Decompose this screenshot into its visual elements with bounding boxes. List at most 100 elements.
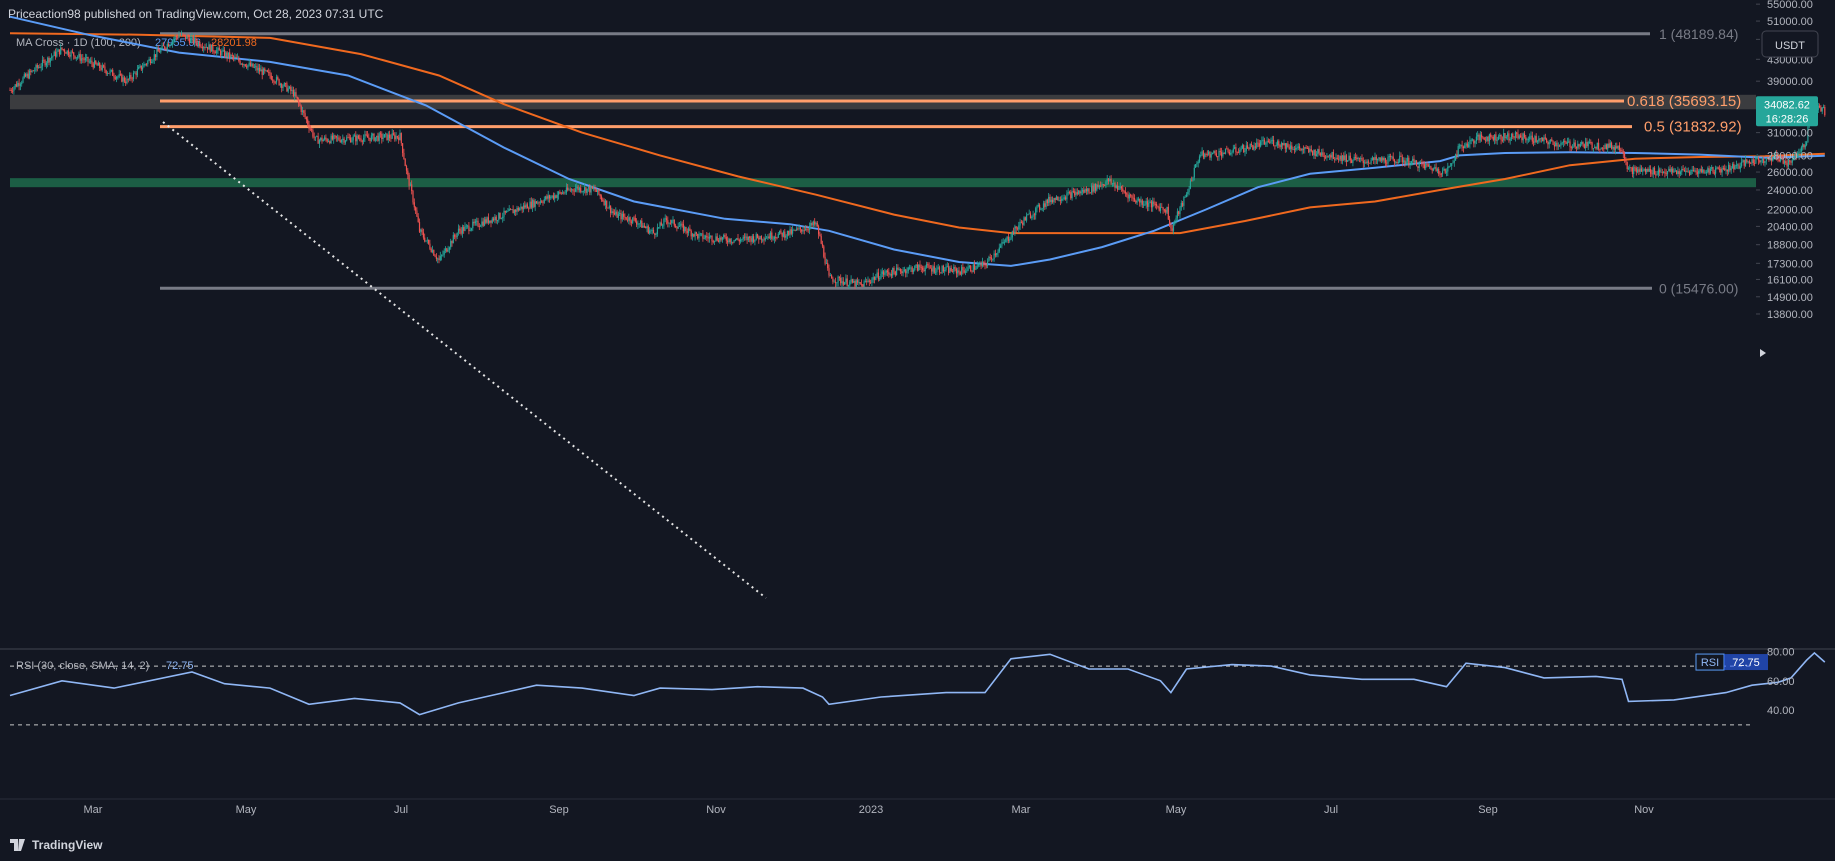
candle-body	[407, 170, 409, 175]
rsi-tick-label: 60.00	[1767, 676, 1795, 688]
candle-body	[1388, 156, 1390, 158]
candle-body	[556, 195, 558, 198]
candle-body	[1431, 168, 1433, 171]
candle-body	[560, 192, 562, 194]
candle-body	[450, 241, 452, 248]
candle-body	[1369, 162, 1371, 164]
candle-body	[646, 226, 648, 229]
candle-body	[178, 35, 180, 38]
candle-body	[153, 54, 155, 60]
price-tick-label: 28000.00	[1767, 150, 1813, 162]
candle-body	[337, 137, 339, 139]
candle-body	[716, 236, 718, 241]
candle-body	[1617, 145, 1619, 149]
candle-body	[1410, 161, 1412, 165]
indicator-label[interactable]: MA Cross · 1D (100, 200)	[16, 37, 141, 49]
candle-body	[1504, 133, 1506, 139]
time-tick-label: Sep	[1478, 804, 1498, 816]
candle-body	[945, 266, 947, 271]
candle-body	[1003, 242, 1006, 244]
candle-body	[564, 192, 566, 194]
candle-body	[1509, 139, 1511, 141]
candle-body	[1149, 201, 1151, 203]
candle-body	[645, 226, 647, 229]
candle-body	[1609, 142, 1611, 148]
candle-body	[1533, 141, 1535, 143]
candle-body	[221, 51, 223, 56]
candle-body	[118, 74, 120, 77]
candle-body	[373, 133, 375, 141]
candle-body	[842, 281, 844, 285]
candle-body	[1670, 168, 1672, 172]
candle-body	[1308, 148, 1310, 153]
candle-body	[109, 70, 111, 74]
candle-body	[1266, 140, 1268, 144]
candle-body	[288, 86, 291, 89]
candle-body	[1102, 184, 1104, 186]
candle-body	[23, 74, 25, 78]
candle-body	[1232, 148, 1234, 153]
candle-body	[578, 187, 580, 191]
candle-body	[443, 250, 445, 255]
candle-body	[697, 234, 699, 239]
candle-body	[1715, 167, 1717, 174]
candle-body	[762, 239, 764, 241]
candle-body	[875, 276, 877, 280]
candle-body	[77, 56, 79, 58]
candle-body	[554, 195, 556, 199]
candle-body	[927, 264, 929, 266]
candle-body	[1643, 169, 1645, 171]
candle-body	[665, 218, 668, 221]
candle-body	[655, 234, 657, 235]
candle-body	[73, 52, 75, 56]
candle-body	[1499, 134, 1501, 137]
candle-body	[590, 186, 592, 193]
candle-body	[1678, 171, 1680, 175]
candle-body	[239, 60, 241, 64]
candle-body	[769, 232, 772, 239]
candle-body	[1370, 160, 1372, 164]
candle-body	[1123, 191, 1125, 193]
candle-body	[1141, 200, 1143, 205]
candle-body	[1661, 171, 1663, 173]
candle-body	[1209, 151, 1211, 158]
candle-body	[412, 191, 414, 203]
candle-body	[104, 66, 106, 71]
candle-body	[877, 272, 879, 280]
candle-body	[61, 47, 63, 50]
candle-body	[730, 241, 733, 243]
candle-body	[1425, 164, 1427, 169]
candle-body	[953, 267, 955, 273]
candle-body	[1239, 150, 1241, 153]
candle-body	[543, 199, 545, 203]
candle-body	[1110, 178, 1112, 184]
candle-body	[305, 117, 307, 120]
candle-body	[1748, 161, 1750, 164]
candle-body	[673, 219, 675, 226]
rsi-tag-label: RSI	[1701, 657, 1719, 669]
candle-body	[906, 271, 908, 274]
candle-body	[229, 52, 231, 58]
candle-body	[194, 38, 196, 43]
candle-body	[169, 44, 171, 47]
candle-body	[369, 137, 371, 141]
candle-body	[954, 267, 956, 269]
candle-body	[1286, 143, 1288, 149]
candle-body	[898, 269, 900, 270]
candle-body	[1590, 142, 1592, 143]
candle-body	[522, 205, 525, 210]
candle-body	[534, 201, 536, 207]
candle-body	[210, 44, 213, 52]
candle-body	[836, 282, 838, 284]
candle-body	[282, 86, 284, 88]
candle-body	[474, 221, 476, 224]
candle-body	[1260, 141, 1262, 147]
candle-body	[1455, 154, 1457, 161]
candle-body	[168, 44, 170, 47]
candle-body	[768, 236, 770, 239]
candle-body	[67, 50, 70, 56]
candle-body	[255, 66, 257, 68]
candle-body	[1022, 222, 1024, 225]
candle-body	[1197, 161, 1199, 164]
candle-body	[1757, 157, 1760, 161]
